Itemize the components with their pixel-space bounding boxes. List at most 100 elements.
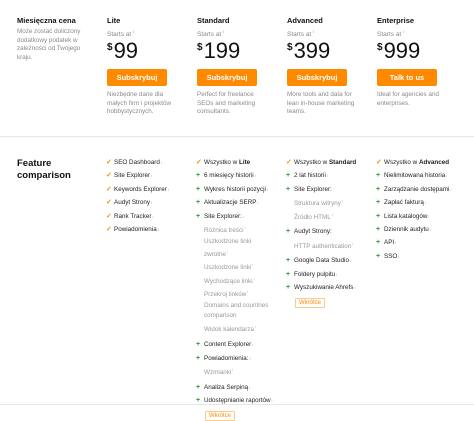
check-icon: ✓ [376, 159, 382, 166]
sub-item: Uszkodzone linki zwrotnei [204, 237, 252, 259]
plus-icon: + [196, 354, 201, 362]
sub-item: Uszkodzone linkii [204, 262, 254, 272]
list-item: + Wyszukiwanie Ahrefs i [286, 281, 378, 294]
list-item-header: ✓ Wszystko w Standard [286, 156, 378, 169]
plan-name: Standard [197, 16, 230, 25]
check-icon: ✓ [106, 226, 112, 234]
list-item: + Nielimitowana historia i [376, 169, 468, 182]
check-icon: ✓ [106, 172, 112, 180]
list-item: +6 miesięcy historii i [196, 169, 288, 182]
plus-icon: + [376, 199, 381, 207]
plus-icon: + [286, 185, 291, 193]
sub-item: Domains and countries comparison [204, 301, 269, 320]
list-item: ✓ Powiadomienia i [106, 223, 198, 236]
plus-icon: + [376, 252, 381, 260]
sub-item: Widok kalendarzai [204, 323, 256, 333]
plus-icon: + [376, 172, 381, 180]
list-item: +2 lat historii i [286, 169, 378, 182]
sub-item: HTTP authenticationi [294, 240, 354, 250]
check-icon: ✓ [196, 159, 202, 166]
plan-standard: Standard Starts at i $199 Subskrybuj Per… [197, 16, 271, 117]
plus-icon: + [286, 283, 291, 291]
list-item: + Zarządzanie dostępami i [376, 183, 468, 196]
list-item: ✓ SEO Dashboard i [106, 156, 198, 169]
plan-advanced: Advanced Starts at i $399 Subskrybuj Mor… [287, 16, 361, 117]
enterprise-feature-list: ✓ Wszystko w Advanced + Nielimitowana hist… [376, 156, 468, 263]
list-item: + Site Explorer: [286, 183, 378, 196]
list-item: + Wykres historii pozycji i [196, 183, 288, 196]
subscribe-button-advanced[interactable]: Subskrybuj [287, 69, 347, 87]
plus-icon: + [376, 212, 381, 220]
plan-description: Niezbędne dane dla małych firm i projekt… [107, 91, 172, 116]
check-icon: ✓ [106, 199, 112, 207]
list-item: + Foldery pulpitu i [286, 268, 378, 281]
sub-item: Różnica treścii [204, 225, 246, 235]
sub-item: Źródło HTMLi [294, 211, 333, 221]
plus-icon: + [196, 341, 201, 349]
list-item: + Analiza Serpiną i [196, 381, 288, 394]
plan-description: Perfect for freelance SEOs and marketing… [197, 91, 256, 116]
subscribe-button-lite[interactable]: Subskrybuj [107, 69, 167, 87]
plan-lite: Lite Starts at i $99 Subskrybuj Niezbędn… [107, 16, 181, 117]
bottom-divider [0, 404, 474, 405]
plus-icon: + [286, 228, 291, 236]
list-item: ✓ Audyt Strony i [106, 196, 198, 209]
advanced-feature-list: ✓ Wszystko w Standard +2 lat historii i + S… [286, 156, 378, 309]
starts-at-label: Starts at [197, 31, 222, 39]
list-item: + Google Data Studio i [286, 254, 378, 267]
section-divider [0, 136, 474, 137]
list-item: + Udostępnianie raportów i [196, 394, 288, 407]
coming-soon-badge: Wkrótce [295, 298, 326, 309]
starts-at-label: Starts at [377, 31, 402, 39]
plan-name: Advanced [287, 16, 323, 25]
list-item: + Powiadomienia: i [196, 352, 288, 365]
feature-comparison-title: Feature comparison [17, 158, 71, 181]
list-item: + Aktualizacje SERP i [196, 196, 288, 209]
list-item: + Content Explorer i [196, 338, 288, 351]
plus-icon: + [376, 239, 381, 247]
plus-icon: + [286, 257, 291, 265]
plus-icon: + [196, 199, 201, 207]
list-item: + Site Explorer: i [196, 210, 288, 223]
sub-item: Przekroj linkówi [204, 289, 249, 299]
price-intro-title: Miesięczna cena [17, 16, 76, 25]
lite-feature-list: ✓ SEO Dashboard i ✓ Site Explorer i ✓ Keyword… [106, 156, 198, 236]
subscribe-button-standard[interactable]: Subskrybuj [197, 69, 257, 87]
list-item-header: ✓ Wszystko w Lite [196, 156, 288, 169]
plus-icon: + [376, 226, 381, 234]
plan-price: $999 [377, 38, 421, 64]
plus-icon: + [196, 212, 201, 220]
talk-to-us-button[interactable]: Talk to us [377, 69, 437, 87]
plus-icon: + [196, 396, 201, 404]
coming-soon-badge: Wkrótce [205, 411, 236, 421]
check-icon: ✓ [106, 159, 112, 166]
price-intro: Miesięczna cena Może zostać doliczony do… [17, 16, 89, 62]
list-item: + API i [376, 236, 468, 249]
list-item: + Dziennik audytu i [376, 223, 468, 236]
sub-item: Struktura witrynyi [294, 198, 343, 208]
plus-icon: + [286, 270, 291, 278]
starts-at-label: Starts at [107, 31, 132, 39]
plan-description: More tools and data for lean in-house ma… [287, 91, 355, 116]
check-icon: ✓ [286, 159, 292, 166]
plan-enterprise: Enterprise Starts at i $999 Talk to us I… [377, 16, 451, 108]
list-item-header: ✓ Wszystko w Advanced [376, 156, 468, 169]
list-item: + SSO i [376, 250, 468, 263]
plus-icon: + [196, 185, 201, 193]
plan-description: Ideal for agencies and enterprises. [377, 91, 439, 107]
list-item: ✓ Site Explorer i [106, 169, 198, 182]
list-item: ✓ Rank Tracker i [106, 210, 198, 223]
plan-price: $399 [287, 38, 331, 64]
starts-at-label: Starts at [287, 31, 312, 39]
list-item: + Zapłać fakturą i [376, 196, 468, 209]
sub-item: Wychodzące linkii [204, 275, 255, 286]
plus-icon: + [196, 172, 201, 180]
plan-name: Enterprise [377, 16, 415, 25]
list-item: + Lista katalogów i [376, 210, 468, 223]
plus-icon: + [196, 383, 201, 391]
check-icon: ✓ [106, 185, 112, 193]
plus-icon: + [376, 185, 381, 193]
list-item: + Audyt Strony: [286, 225, 378, 238]
sub-item: Wzmiankii [204, 367, 234, 377]
plan-price: $99 [107, 38, 139, 64]
